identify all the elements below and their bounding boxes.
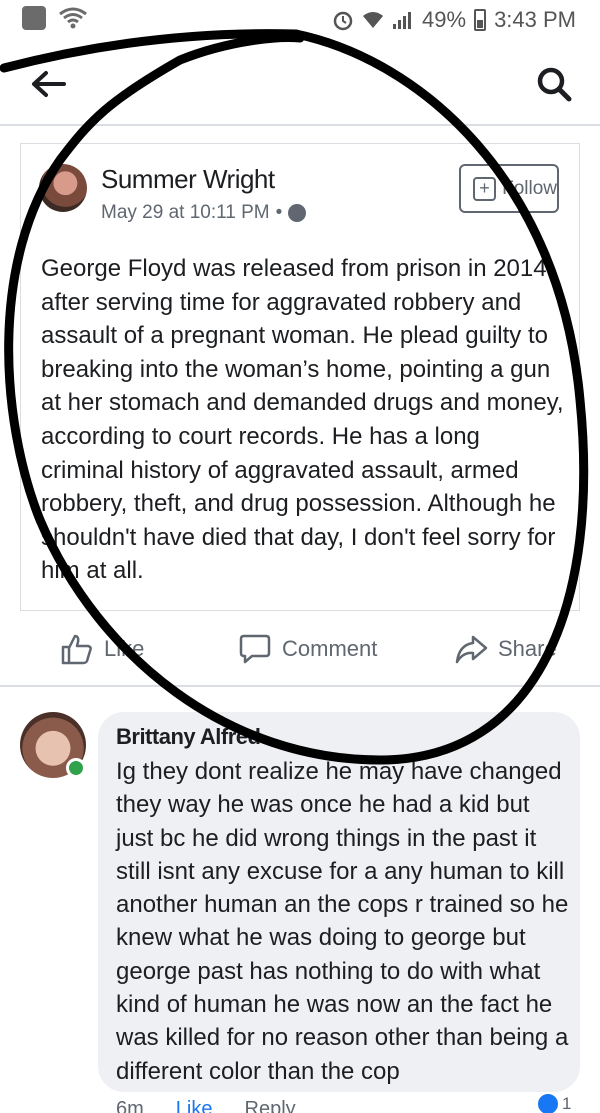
comment-bubble-icon (239, 634, 271, 664)
notification-square-icon (22, 6, 46, 30)
post-date[interactable]: May 29 at 10:11 PM (101, 202, 270, 224)
comment-reply-link[interactable]: Reply (245, 1098, 296, 1113)
post-card: Summer Wright May 29 at 10:11 PM • + Fol… (20, 143, 580, 611)
battery-percent: 49% (422, 7, 467, 32)
follow-label: Follow (502, 177, 557, 199)
share-label: Share (498, 636, 557, 661)
like-button[interactable]: Like (60, 632, 144, 666)
online-status-dot (66, 758, 86, 778)
globe-icon (288, 204, 307, 222)
app-bar (0, 40, 600, 126)
share-button[interactable]: Share (454, 632, 557, 666)
follow-plus-icon: + (473, 176, 497, 201)
comment-button[interactable]: Comment (238, 632, 377, 666)
comment-bubble[interactable]: Brittany Alfred Ig they dont realize he … (98, 712, 580, 1092)
like-label: Like (104, 636, 145, 661)
wifi-status-icon (363, 12, 384, 28)
alarm-icon (333, 11, 353, 31)
battery-icon (474, 9, 487, 31)
status-bar: 49% 3:43 PM (0, 0, 600, 40)
share-arrow-icon (455, 635, 488, 664)
status-time: 3:43 PM (494, 7, 576, 32)
post-text: George Floyd was released from prison in… (41, 255, 564, 585)
status-right: 49% 3:43 PM (332, 7, 576, 33)
reaction-count[interactable]: 1 (562, 1094, 571, 1113)
back-arrow-icon[interactable] (28, 68, 68, 100)
comment-author[interactable]: Brittany Alfred (116, 724, 261, 750)
avatar[interactable] (39, 164, 87, 212)
signal-icon (393, 12, 412, 29)
search-icon[interactable] (534, 64, 574, 104)
thumbs-up-icon (61, 634, 92, 665)
wifi-icon (59, 7, 87, 29)
meta-separator: • (275, 202, 283, 223)
comment-text: Ig they dont realize he may have changed… (116, 758, 569, 1085)
comment-label: Comment (282, 636, 378, 661)
comment-like-link[interactable]: Like (176, 1098, 213, 1113)
post-author[interactable]: Summer Wright (101, 164, 275, 195)
follow-button[interactable]: + Follow (459, 164, 559, 213)
comment-time: 6m (116, 1098, 144, 1113)
post-actions: Like Comment Share (0, 620, 600, 682)
comment-footer: 6m Like Reply (116, 1098, 296, 1113)
post-meta: May 29 at 10:11 PM • (101, 202, 307, 224)
divider (0, 685, 600, 687)
like-reaction-icon[interactable] (536, 1092, 560, 1113)
status-left (22, 6, 88, 30)
